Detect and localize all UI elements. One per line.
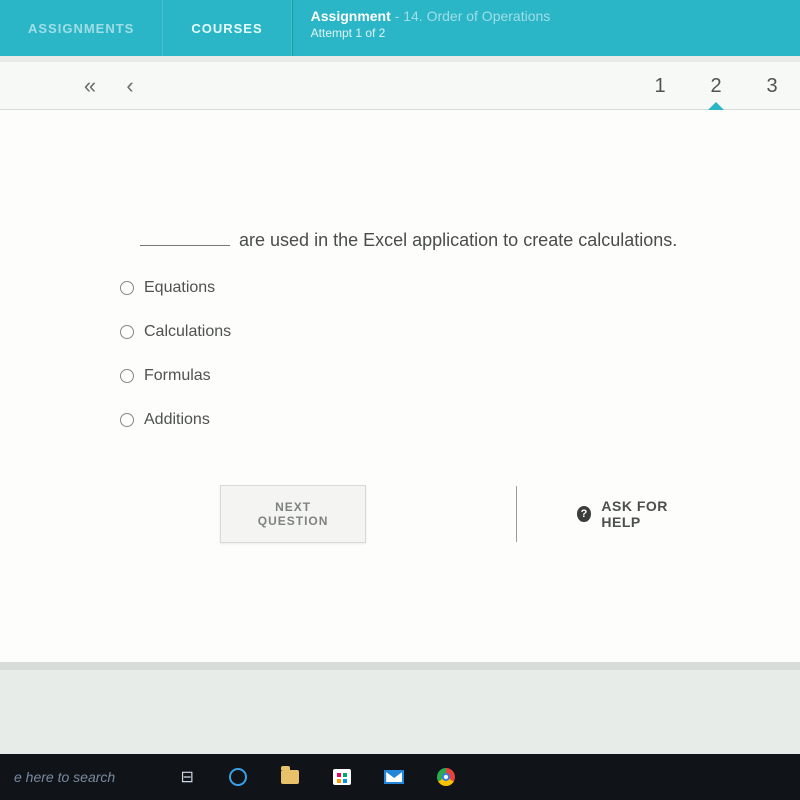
radio-icon <box>120 369 134 383</box>
option-calculations[interactable]: Calculations <box>120 323 740 341</box>
radio-icon <box>120 413 134 427</box>
option-label: Equations <box>144 279 215 297</box>
edge-icon[interactable] <box>227 766 249 788</box>
fill-blank <box>140 245 230 246</box>
action-row: NEXT QUESTION ? ASK FOR HELP <box>110 455 740 543</box>
breadcrumb-label: Assignment <box>311 8 391 24</box>
question-panel: are used in the Excel application to cre… <box>0 110 800 670</box>
radio-icon <box>120 325 134 339</box>
attempt-indicator: Attempt 1 of 2 <box>311 26 782 40</box>
radio-icon <box>120 281 134 295</box>
option-additions[interactable]: Additions <box>120 411 740 429</box>
taskbar-icons: ⊟ <box>175 766 457 788</box>
taskbar-search-text[interactable]: e here to search <box>14 769 115 785</box>
assignment-title: 14. Order of Operations <box>403 8 550 24</box>
task-view-icon[interactable]: ⊟ <box>175 766 197 788</box>
question-mark-icon: ? <box>577 506 591 522</box>
breadcrumb: Assignment - 14. Order of Operations Att… <box>292 0 800 56</box>
option-label: Additions <box>144 411 210 429</box>
page-number-2[interactable]: 2 <box>688 59 744 113</box>
divider <box>516 486 517 542</box>
chrome-icon[interactable] <box>435 766 457 788</box>
microsoft-store-icon[interactable] <box>331 766 353 788</box>
option-label: Formulas <box>144 367 211 385</box>
help-label: ASK FOR HELP <box>601 498 700 530</box>
ask-for-help-button[interactable]: ? ASK FOR HELP <box>577 498 700 530</box>
page-nav: « ‹ 1 2 3 <box>0 56 800 110</box>
top-bar: ASSIGNMENTS COURSES Assignment - 14. Ord… <box>0 0 800 56</box>
next-question-button[interactable]: NEXT QUESTION <box>220 485 366 543</box>
page-number-1[interactable]: 1 <box>632 59 688 113</box>
file-explorer-icon[interactable] <box>279 766 301 788</box>
option-equations[interactable]: Equations <box>120 279 740 297</box>
mail-icon[interactable] <box>383 766 405 788</box>
question-text: are used in the Excel application to cre… <box>110 230 740 251</box>
option-formulas[interactable]: Formulas <box>120 367 740 385</box>
nav-prev-icon[interactable]: ‹ <box>110 73 150 99</box>
tab-assignments[interactable]: ASSIGNMENTS <box>0 0 163 56</box>
tab-courses[interactable]: COURSES <box>163 0 291 56</box>
answer-options: Equations Calculations Formulas Addition… <box>110 279 740 429</box>
windows-taskbar: e here to search ⊟ <box>0 754 800 800</box>
nav-first-icon[interactable]: « <box>70 73 110 99</box>
page-number-3[interactable]: 3 <box>744 59 800 113</box>
option-label: Calculations <box>144 323 231 341</box>
